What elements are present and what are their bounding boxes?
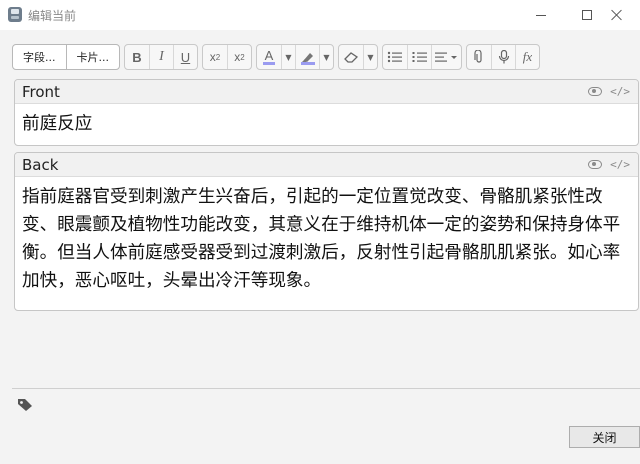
minimize-button[interactable] <box>518 0 564 30</box>
text-color-dropdown[interactable]: ▼ <box>281 45 295 69</box>
window-title: 编辑当前 <box>28 9 77 23</box>
code-icon[interactable]: </> <box>610 158 630 171</box>
attach-button[interactable] <box>467 45 491 69</box>
underline-button[interactable]: U <box>173 45 197 69</box>
numbered-list-button[interactable] <box>407 45 431 69</box>
maximize-icon <box>582 10 592 20</box>
microphone-icon <box>498 50 509 64</box>
highlight-dropdown[interactable]: ▼ <box>319 45 333 69</box>
text-color-button[interactable]: A <box>257 45 281 69</box>
format-group: B I U <box>124 44 198 70</box>
front-field: Front </> 前庭反应 <box>14 79 639 146</box>
chevron-down-icon: ▼ <box>367 52 374 62</box>
subscript-mark: 2 <box>240 52 245 62</box>
superscript-mark: 2 <box>215 52 221 62</box>
fields-button[interactable]: 字段... <box>13 45 66 69</box>
code-icon[interactable]: </> <box>610 85 630 98</box>
back-field-icons: </> <box>588 158 630 171</box>
back-field: Back </> 指前庭器官受到刺激产生兴奋后，引起的一定位置觉改变、骨骼肌紧张… <box>14 152 639 311</box>
record-audio-button[interactable] <box>491 45 515 69</box>
eraser-group: ▼ <box>338 44 378 70</box>
formula-label: fx <box>522 49 533 64</box>
tag-editor[interactable] <box>12 388 640 418</box>
superscript-button[interactable]: x2 <box>203 45 227 69</box>
eye-icon[interactable] <box>588 160 603 169</box>
close-icon <box>611 9 623 21</box>
media-group: fx <box>466 44 540 70</box>
minimize-icon <box>536 14 546 16</box>
bullet-list-icon <box>387 51 402 63</box>
bullet-list-button[interactable] <box>383 45 407 69</box>
editor-toolbar: 字段... 卡片... B I U x2 x2 A ▼ ▼ ▼ fx <box>12 44 540 70</box>
back-field-header: Back </> <box>15 153 638 177</box>
tag-icon <box>18 399 32 411</box>
text-color-label: A <box>262 48 276 65</box>
front-field-editor[interactable]: 前庭反应 <box>15 104 638 144</box>
highlight-button[interactable] <box>295 45 319 69</box>
highlight-color-bar <box>301 62 315 65</box>
subscript-button[interactable]: x2 <box>227 45 251 69</box>
back-field-label: Back <box>22 155 59 174</box>
list-group <box>382 44 462 70</box>
app-icon <box>8 7 22 22</box>
formula-button[interactable]: fx <box>515 45 539 69</box>
eye-icon[interactable] <box>588 87 603 96</box>
chevron-down-icon: ▼ <box>285 52 292 62</box>
close-button[interactable]: 关闭 <box>569 426 640 448</box>
title-bar: 编辑当前 <box>0 0 640 30</box>
color-group: A ▼ ▼ <box>256 44 334 70</box>
align-button[interactable] <box>431 45 461 69</box>
close-window-button[interactable] <box>594 0 640 30</box>
script-group: x2 x2 <box>202 44 252 70</box>
cards-button[interactable]: 卡片... <box>65 45 120 69</box>
front-field-label: Front <box>22 82 60 101</box>
align-left-icon <box>434 52 457 62</box>
front-field-icons: </> <box>588 85 630 98</box>
clear-format-button[interactable] <box>339 45 363 69</box>
front-field-header: Front </> <box>15 80 638 104</box>
paperclip-icon <box>474 50 482 63</box>
italic-button[interactable]: I <box>149 45 173 69</box>
bold-button[interactable]: B <box>125 45 149 69</box>
eraser-icon <box>344 52 359 63</box>
clear-format-dropdown[interactable]: ▼ <box>363 45 377 69</box>
back-field-editor[interactable]: 指前庭器官受到刺激产生兴奋后，引起的一定位置觉改变、骨骼肌紧张性改变、眼震颤及植… <box>15 177 638 301</box>
chevron-down-icon: ▼ <box>323 52 330 62</box>
numbered-list-icon <box>412 52 427 62</box>
fields-cards-group: 字段... 卡片... <box>12 44 120 70</box>
